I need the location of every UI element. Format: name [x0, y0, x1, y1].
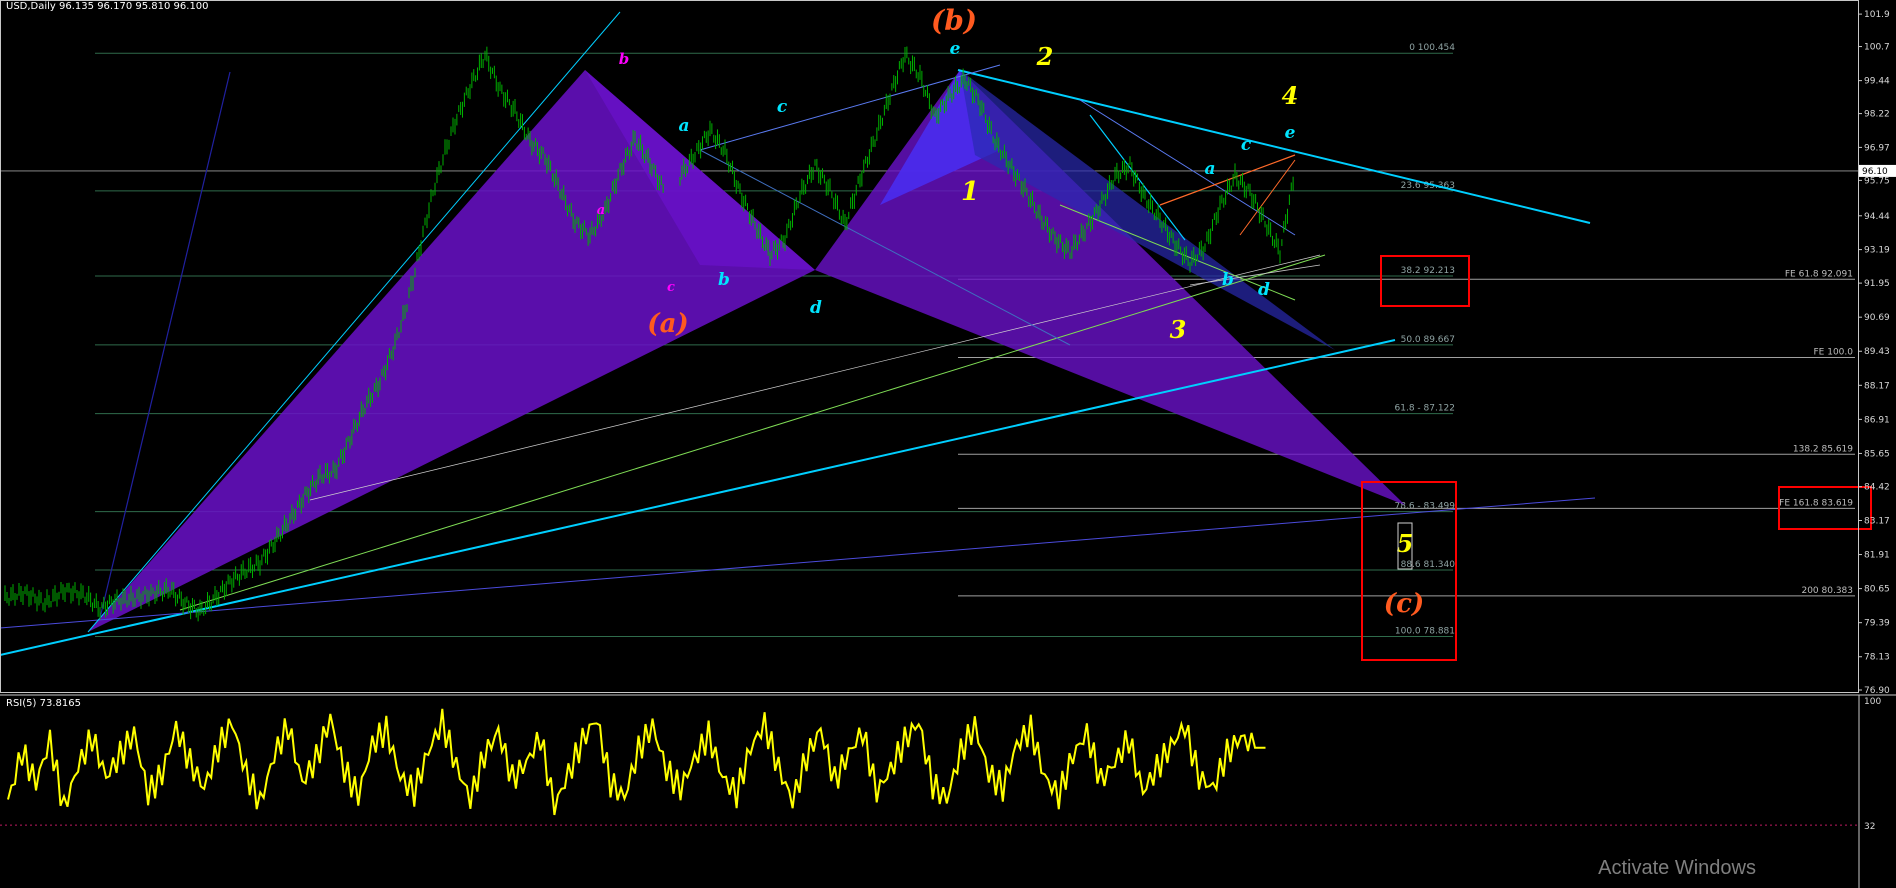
wave-label: d: [810, 298, 822, 318]
fib-extension-label: FE 100.0: [1814, 347, 1854, 357]
fib-label: 61.8 - 87.122: [1395, 404, 1456, 414]
activate-windows-watermark: Activate Windows: [1598, 857, 1756, 879]
fib-extension-label: FE 61.8 92.091: [1785, 269, 1853, 279]
y-tick-label: 93.19: [1864, 246, 1890, 256]
current-price-label: 96.10: [1862, 167, 1888, 177]
y-tick-label: 83.17: [1864, 516, 1890, 526]
rsi-tick-label: 100: [1864, 697, 1881, 707]
y-tick-label: 90.69: [1864, 313, 1890, 323]
fib-label: 100.0 78.881: [1395, 626, 1455, 636]
y-tick-label: 89.43: [1864, 347, 1890, 357]
wave-label: 4: [1282, 81, 1299, 110]
wave-label: 5: [1397, 529, 1414, 558]
y-tick-label: 78.13: [1864, 653, 1890, 663]
wave-label: b: [718, 270, 730, 290]
y-tick-label: 101.9: [1864, 10, 1890, 20]
rsi-header: RSI(5) 73.8165: [6, 698, 81, 709]
fib-label: 88.6 81.340: [1401, 560, 1456, 570]
y-tick-label: 98.22: [1864, 110, 1890, 120]
fib-label: 0 100.454: [1409, 43, 1455, 53]
wave-label: c: [777, 97, 788, 117]
fib-label: 38.2 92.213: [1401, 266, 1455, 276]
wave-label: b: [1222, 270, 1234, 290]
y-tick-label: 91.95: [1864, 279, 1890, 289]
fib-extension-label: FE 161.8 83.619: [1779, 498, 1853, 508]
wave-label: (b): [931, 4, 977, 37]
wave-label: a: [597, 203, 605, 218]
y-tick-label: 80.65: [1864, 585, 1890, 595]
y-tick-label: 99.44: [1864, 77, 1890, 87]
wave-label: e: [1285, 123, 1296, 143]
y-tick-label: 79.39: [1864, 619, 1890, 629]
y-tick-label: 76.90: [1864, 686, 1890, 696]
rsi-tick-label: 32: [1864, 822, 1875, 832]
wave-label: (a): [647, 309, 688, 339]
y-tick-label: 86.91: [1864, 415, 1890, 425]
y-tick-label: 81.91: [1864, 551, 1890, 561]
wave-label: c: [667, 280, 675, 295]
wave-label: 1: [961, 177, 979, 207]
fib-label: 50.0 89.667: [1401, 335, 1455, 345]
y-tick-label: 84.42: [1864, 483, 1890, 493]
wave-label: b: [619, 50, 630, 68]
fib-extension-label: 200 80.383: [1801, 586, 1853, 596]
y-tick-label: 100.7: [1864, 43, 1890, 53]
symbol-header: USD,Daily 96.135 96.170 95.810 96.100: [6, 1, 209, 12]
y-tick-label: 95.75: [1864, 176, 1890, 186]
wave-label: (c): [1384, 589, 1424, 619]
wave-label: e: [950, 39, 961, 59]
wave-label: 2: [1036, 42, 1054, 71]
wave-label: 3: [1170, 315, 1187, 344]
price-chart[interactable]: 0 100.45423.6 95.36338.2 92.21350.0 89.6…: [0, 0, 1896, 888]
wave-label: d: [1258, 280, 1270, 300]
fib-extension-label: 138.2 85.619: [1793, 444, 1853, 454]
wave-label: a: [1204, 159, 1215, 179]
wave-label: a: [678, 116, 689, 136]
y-tick-label: 94.44: [1864, 212, 1890, 222]
y-tick-label: 88.17: [1864, 381, 1890, 391]
wave-label: c: [1241, 135, 1252, 155]
y-tick-label: 96.97: [1864, 143, 1890, 153]
y-tick-label: 85.65: [1864, 449, 1890, 459]
